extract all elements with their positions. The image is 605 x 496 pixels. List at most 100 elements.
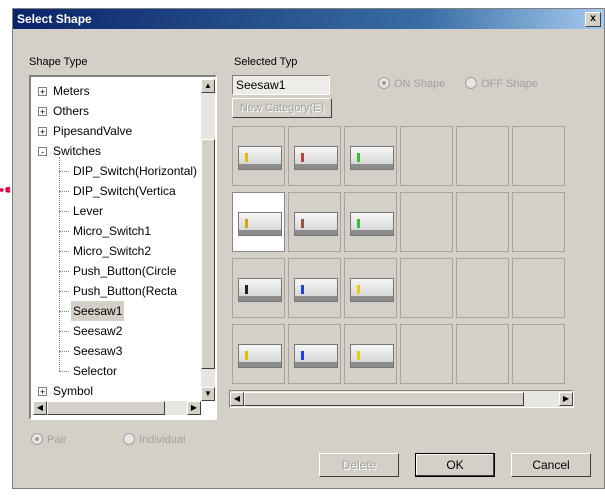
shape-cell[interactable] xyxy=(400,258,453,318)
individual-radio[interactable]: Individual xyxy=(123,433,185,446)
tree-item-label: Seesaw2 xyxy=(73,324,123,338)
shape-cell[interactable] xyxy=(400,126,453,186)
tree-item[interactable]: + Meters xyxy=(31,81,201,101)
shape-cell[interactable] xyxy=(400,192,453,252)
tree-item[interactable]: DIP_Switch(Horizontal) xyxy=(31,161,201,181)
seesaw-switch-icon xyxy=(350,278,394,302)
switch-indicator-icon xyxy=(357,285,360,294)
shape-cell[interactable] xyxy=(288,258,341,318)
shape-cell[interactable] xyxy=(512,258,565,318)
tree-item[interactable]: Push_Button(Circle xyxy=(31,261,201,281)
tree-item[interactable]: + Symbol xyxy=(31,381,201,401)
shape-cell[interactable] xyxy=(344,258,397,318)
tree-item-label: Switches xyxy=(53,144,102,158)
tree-item[interactable]: Micro_Switch1 xyxy=(31,221,201,241)
individual-label: Individual xyxy=(139,434,186,446)
ok-button[interactable]: OK xyxy=(415,453,495,477)
shape-type-tree[interactable]: + Meters + Others + PipesandValve - Switches DIP… xyxy=(29,75,217,420)
pair-radio[interactable]: Pair xyxy=(31,433,67,446)
shape-cell[interactable] xyxy=(288,192,341,252)
shape-cell[interactable] xyxy=(344,324,397,384)
window-title: Select Shape xyxy=(17,12,92,26)
expand-icon[interactable]: + xyxy=(38,387,47,397)
shape-cell[interactable] xyxy=(456,126,509,186)
expand-icon[interactable]: + xyxy=(38,127,47,137)
selected-type-label: Selected Typ xyxy=(234,56,298,68)
shape-cell[interactable] xyxy=(232,126,285,186)
expand-icon[interactable]: + xyxy=(38,87,47,97)
shape-cell[interactable] xyxy=(232,258,285,318)
tree-connector xyxy=(59,331,69,332)
tree-item[interactable]: - Switches xyxy=(31,141,201,161)
seesaw-switch-icon xyxy=(238,278,282,302)
tree-scroll-down-button[interactable]: ▼ xyxy=(201,387,215,401)
shape-cell[interactable] xyxy=(456,192,509,252)
tree-scroll-up-button[interactable]: ▲ xyxy=(201,79,215,93)
tree-item[interactable]: Seesaw1 xyxy=(31,301,201,321)
new-category-button[interactable]: New Category(E) xyxy=(232,98,332,118)
seesaw-switch-icon xyxy=(350,344,394,368)
grid-scroll-right-button[interactable]: ▶ xyxy=(559,392,573,406)
tree-item-label: Selector xyxy=(73,364,118,378)
tree-item-label-selected: Seesaw1 xyxy=(71,301,125,321)
tree-item-label: DIP_Switch(Horizontal) xyxy=(73,164,198,178)
tree-item[interactable]: Selector xyxy=(31,361,201,381)
switch-indicator-icon xyxy=(301,219,304,228)
tree-item-label: Symbol xyxy=(53,384,94,398)
collapse-icon[interactable]: - xyxy=(38,147,47,157)
cancel-button[interactable]: Cancel xyxy=(511,453,591,477)
off-shape-radio[interactable]: OFF Shape xyxy=(465,77,538,90)
seesaw-switch-icon xyxy=(294,146,338,170)
switch-indicator-icon xyxy=(245,153,248,162)
tree-item[interactable]: DIP_Switch(Vertica xyxy=(31,181,201,201)
tree-connector xyxy=(59,371,69,372)
shape-cell[interactable] xyxy=(512,192,565,252)
selected-type-field: Seesaw1 xyxy=(232,75,330,95)
tree-connector xyxy=(59,211,69,212)
tree-item-label: Micro_Switch1 xyxy=(73,224,152,238)
tree-connector xyxy=(59,251,69,252)
off-shape-radio-dot xyxy=(465,77,477,89)
switch-indicator-icon xyxy=(357,219,360,228)
tree-connector xyxy=(59,351,69,352)
close-button[interactable]: x xyxy=(585,12,601,27)
switch-indicator-icon xyxy=(245,219,248,228)
shape-cell[interactable] xyxy=(232,192,285,252)
tree-item[interactable]: + Others xyxy=(31,101,201,121)
shape-cell[interactable] xyxy=(288,324,341,384)
tree-item-label: Push_Button(Recta xyxy=(73,284,178,298)
on-shape-radio-dot xyxy=(378,77,390,89)
tree-item-label: Push_Button(Circle xyxy=(73,264,177,278)
tree-scroll-right-button[interactable]: ▶ xyxy=(187,401,201,415)
tree-scroll-left-button[interactable]: ◀ xyxy=(33,401,47,415)
shape-cell[interactable] xyxy=(456,258,509,318)
shape-cell[interactable] xyxy=(512,324,565,384)
delete-button[interactable]: Delete xyxy=(319,453,399,477)
tree-hscroll-thumb[interactable] xyxy=(47,401,165,415)
tree-item[interactable]: Micro_Switch2 xyxy=(31,241,201,261)
grid-scroll-left-button[interactable]: ◀ xyxy=(230,392,244,406)
grid-hscrollbar[interactable]: ◀ ▶ xyxy=(229,390,574,408)
tree-item[interactable]: Seesaw2 xyxy=(31,321,201,341)
shape-cell[interactable] xyxy=(456,324,509,384)
expand-icon[interactable]: + xyxy=(38,107,47,117)
tree-item-label: Others xyxy=(53,104,90,118)
shape-cell[interactable] xyxy=(512,126,565,186)
switch-indicator-icon xyxy=(245,285,248,294)
shape-cell[interactable] xyxy=(344,192,397,252)
pair-label: Pair xyxy=(47,434,67,446)
tree-vscroll-thumb[interactable] xyxy=(201,139,215,369)
tree-item[interactable]: Lever xyxy=(31,201,201,221)
grid-hscroll-thumb[interactable] xyxy=(244,392,524,406)
switch-indicator-icon xyxy=(357,351,360,360)
shape-cell[interactable] xyxy=(232,324,285,384)
tree-connector xyxy=(59,191,69,192)
shape-cell[interactable] xyxy=(344,126,397,186)
shape-cell[interactable] xyxy=(288,126,341,186)
on-shape-radio[interactable]: ON Shape xyxy=(378,77,445,90)
tree-item[interactable]: Push_Button(Recta xyxy=(31,281,201,301)
tree-item[interactable]: Seesaw3 xyxy=(31,341,201,361)
shape-cell[interactable] xyxy=(400,324,453,384)
tree-item[interactable]: + PipesandValve xyxy=(31,121,201,141)
seesaw-switch-icon xyxy=(350,212,394,236)
